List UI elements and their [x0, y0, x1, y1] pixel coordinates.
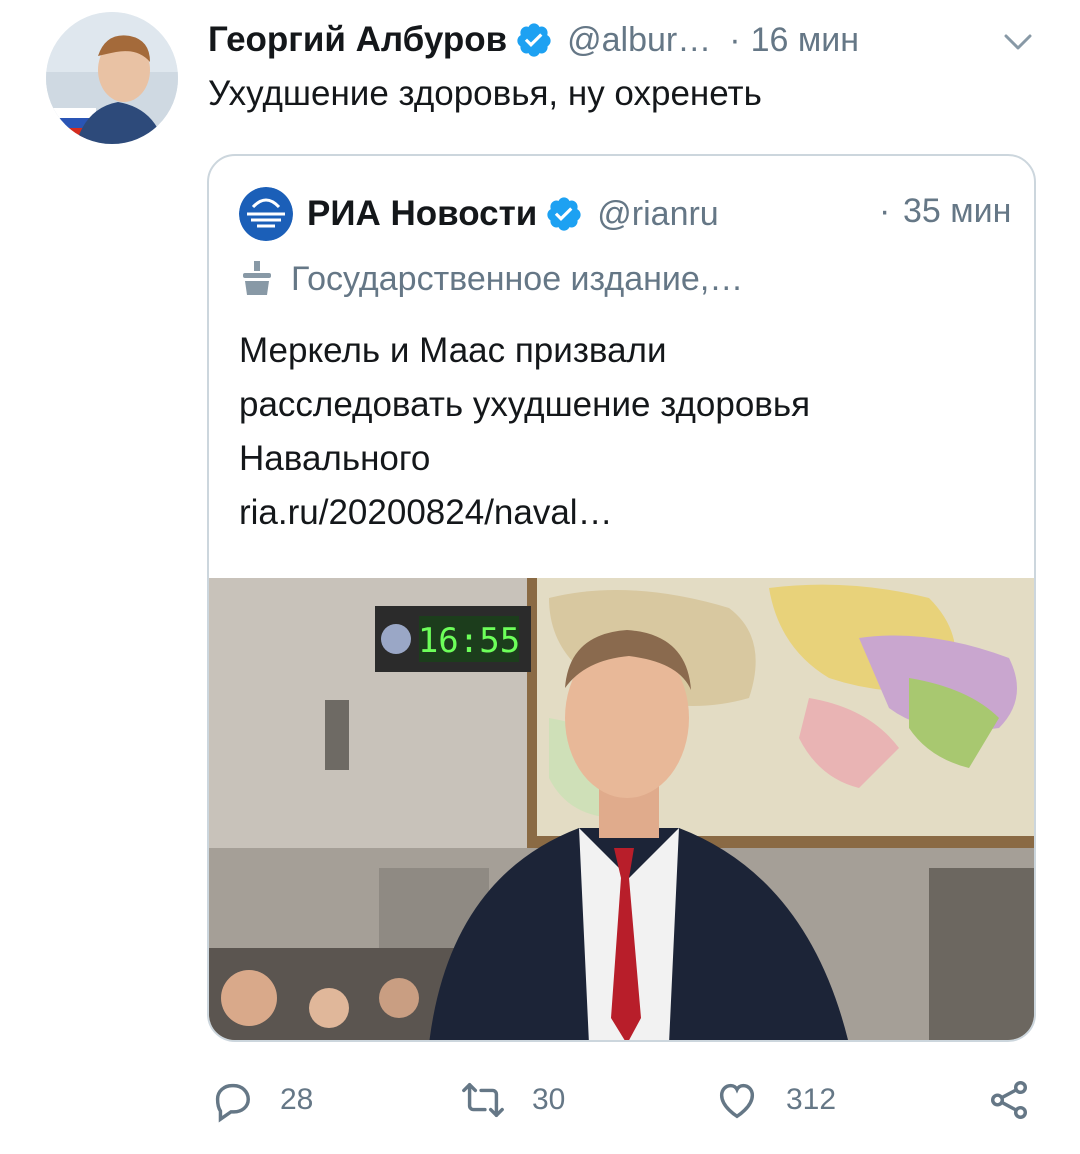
heart-icon: [719, 1083, 755, 1119]
tweet-text: Ухудшение здоровья, ну охренеть: [208, 74, 762, 113]
tweet[interactable]: Георгий Албуров @albur… · 16 мин Ухудшен…: [0, 0, 1080, 1154]
chevron-down-icon[interactable]: [998, 22, 1038, 62]
author-handle[interactable]: @albur…: [567, 21, 711, 60]
state-media-label[interactable]: Государственное издание,…: [239, 254, 743, 304]
quoted-text-line: Меркель и Маас призвали: [239, 331, 667, 370]
separator-dot: ·: [879, 192, 891, 230]
quoted-tweet[interactable]: РИА Новости @rianru · 35 мин Государстве…: [207, 154, 1036, 1042]
tweet-action-bar: 28 30 312: [0, 1070, 1080, 1130]
tweet-time[interactable]: 16 мин: [751, 21, 859, 60]
clock-display: 16:55: [418, 621, 520, 661]
verified-badge-icon: [545, 195, 583, 233]
author-avatar[interactable]: [46, 12, 178, 144]
retweet-button[interactable]: 30: [460, 1070, 565, 1130]
retweet-icon: [462, 1082, 504, 1118]
quoted-tweet-header: РИА Новости @rianru · 35 мин: [239, 186, 1019, 242]
quoted-author-name[interactable]: РИА Новости: [307, 194, 537, 234]
tweet-header: Георгий Албуров @albur… · 16 мин: [208, 14, 1058, 66]
quoted-author-handle[interactable]: @rianru: [597, 195, 718, 234]
quoted-text-line: Навального: [239, 439, 431, 478]
quoted-tweet-photo[interactable]: 16:55: [209, 578, 1034, 1040]
state-media-label-text: Государственное издание,…: [291, 259, 744, 298]
retweet-count: 30: [532, 1083, 566, 1116]
separator-dot: ·: [729, 20, 741, 59]
quoted-text-line: расследовать ухудшение здоровья: [239, 385, 811, 424]
reply-count: 28: [280, 1083, 314, 1116]
verified-badge-icon: [515, 21, 553, 59]
podium-icon: [239, 259, 275, 299]
share-button[interactable]: [986, 1070, 1032, 1130]
ria-logo-icon[interactable]: [239, 187, 293, 241]
like-count: 312: [786, 1083, 837, 1116]
reply-icon: [215, 1083, 250, 1123]
author-name[interactable]: Георгий Албуров: [208, 20, 507, 60]
quoted-link[interactable]: ria.ru/20200824/naval…: [239, 486, 1009, 540]
like-button[interactable]: 312: [714, 1070, 836, 1130]
quoted-tweet-time[interactable]: 35 мин: [903, 192, 1011, 231]
share-icon: [990, 1081, 1028, 1119]
quoted-tweet-text: Меркель и Маас призвали расследовать уху…: [239, 324, 1009, 540]
reply-button[interactable]: 28: [208, 1070, 313, 1130]
